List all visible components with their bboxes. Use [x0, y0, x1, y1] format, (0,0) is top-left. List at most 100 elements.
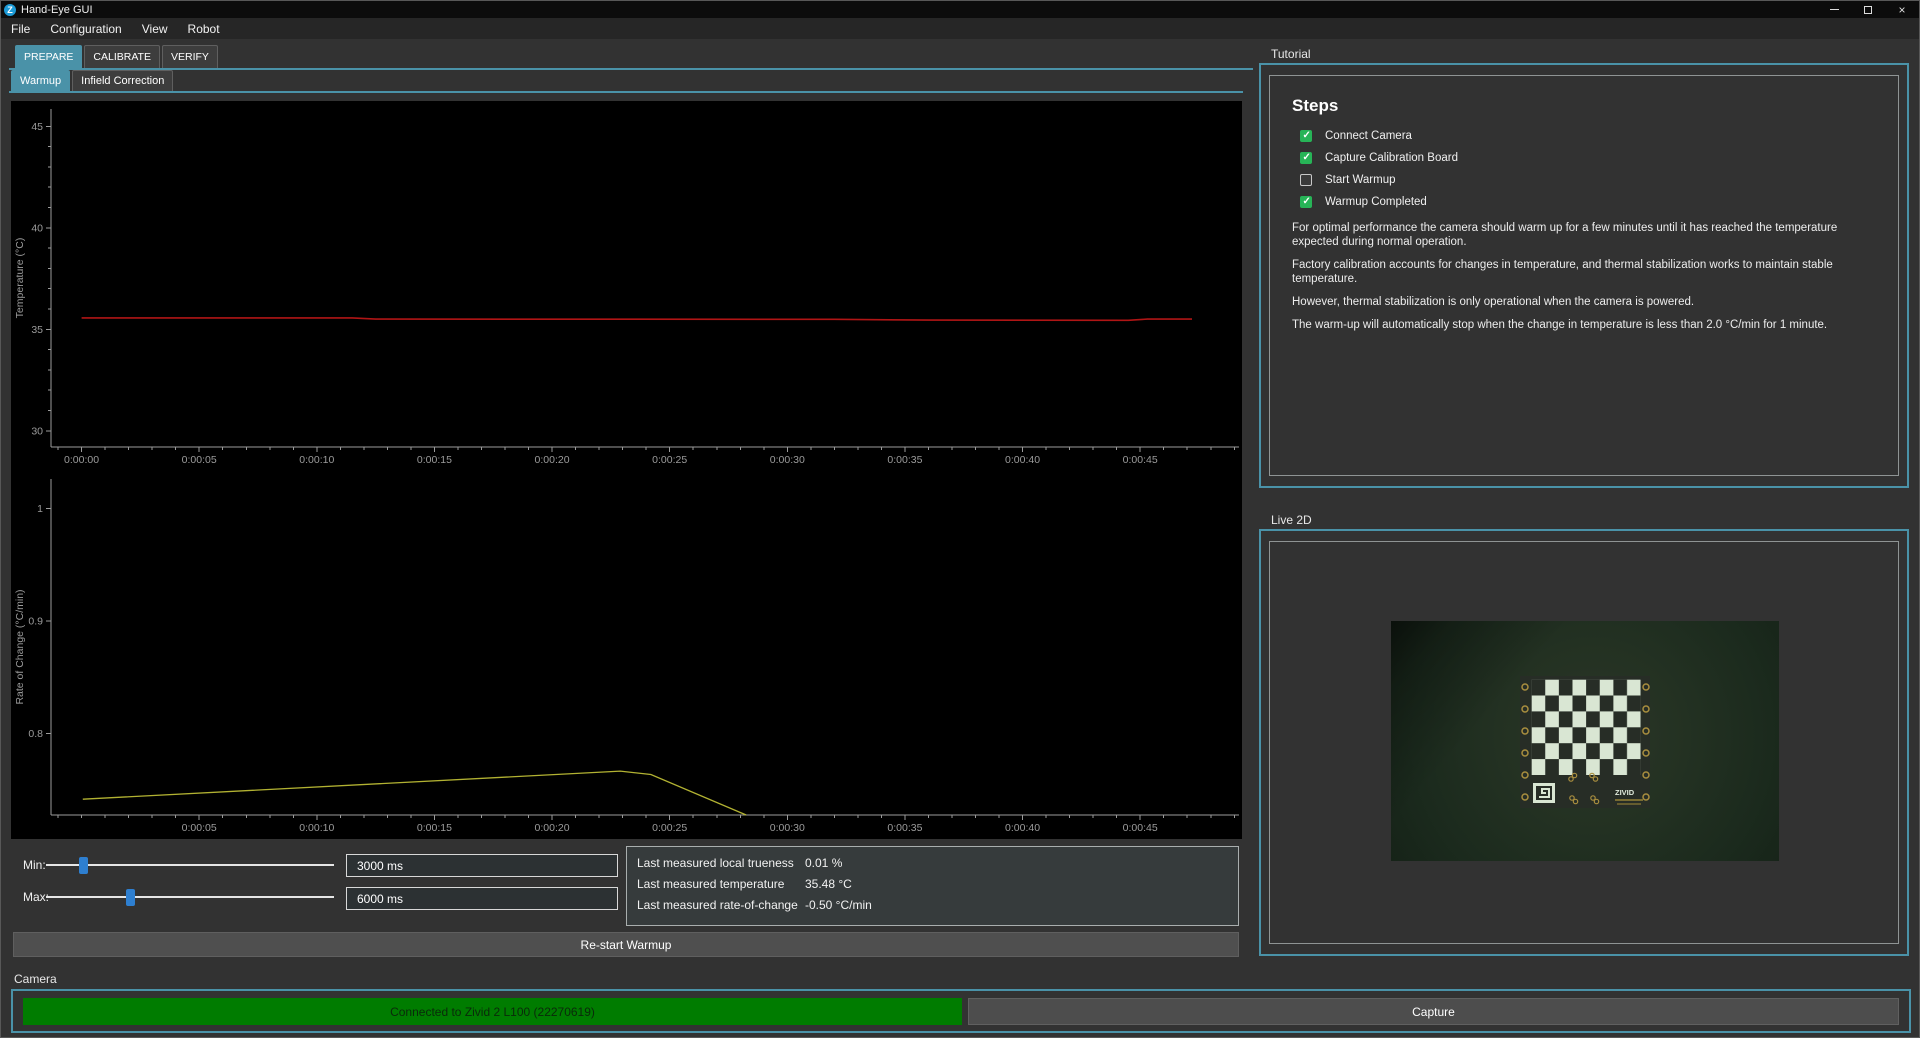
svg-text:0:00:20: 0:00:20: [535, 822, 570, 834]
step-checkbox[interactable]: [1300, 174, 1312, 186]
tutorial-paragraphs: For optimal performance the camera shoul…: [1292, 221, 1872, 332]
svg-text:45: 45: [31, 121, 43, 133]
tutorial-group-label: Tutorial: [1271, 47, 1311, 61]
minimize-icon: [1830, 9, 1839, 10]
title-bar: Z Hand-Eye GUI ×: [1, 1, 1919, 18]
min-value-field[interactable]: 3000 ms: [346, 854, 618, 877]
main-tab-bar: PREPARE CALIBRATE VERIFY: [15, 45, 218, 68]
svg-text:0.9: 0.9: [28, 615, 43, 627]
close-button[interactable]: ×: [1885, 1, 1919, 18]
min-slider-label: Min:: [23, 858, 46, 872]
menu-bar: File Configuration View Robot: [1, 18, 1919, 39]
menu-configuration[interactable]: Configuration: [40, 18, 131, 39]
svg-text:0:00:20: 0:00:20: [535, 454, 570, 466]
svg-text:0:00:30: 0:00:30: [770, 822, 805, 834]
tutorial-paragraph: Factory calibration accounts for changes…: [1292, 258, 1872, 286]
checkerboard-pattern: [1532, 680, 1641, 775]
step-label: Warmup Completed: [1325, 196, 1427, 208]
step-start-warmup: Start Warmup: [1300, 174, 1872, 186]
window-title: Hand-Eye GUI: [21, 4, 93, 16]
svg-text:0:00:35: 0:00:35: [887, 822, 922, 834]
svg-text:0:00:40: 0:00:40: [1005, 822, 1040, 834]
svg-text:0:00:25: 0:00:25: [652, 822, 687, 834]
rate-label: Last measured rate-of-change: [637, 898, 805, 912]
step-checkbox[interactable]: [1300, 130, 1312, 142]
temperature-value: 35.48 °C: [805, 877, 852, 891]
svg-text:0:00:45: 0:00:45: [1123, 822, 1158, 834]
tutorial-content: Steps Connect Camera Capture Calibration…: [1269, 75, 1899, 476]
svg-text:0:00:15: 0:00:15: [417, 822, 452, 834]
app-window: Z Hand-Eye GUI × File Configuration View…: [0, 0, 1920, 1038]
live2d-group-label: Live 2D: [1271, 513, 1312, 527]
step-warmup-completed: Warmup Completed: [1300, 196, 1872, 208]
minimize-button[interactable]: [1817, 1, 1851, 18]
svg-text:0.8: 0.8: [28, 728, 43, 740]
sub-tab-underline: [9, 91, 1243, 93]
board-brand-text: ZIVID: [1615, 788, 1635, 797]
svg-text:0:00:25: 0:00:25: [652, 454, 687, 466]
tab-infield-correction[interactable]: Infield Correction: [72, 70, 173, 91]
svg-text:30: 30: [31, 425, 43, 437]
svg-text:0:00:05: 0:00:05: [182, 822, 217, 834]
steps-heading: Steps: [1292, 96, 1872, 116]
max-value-field[interactable]: 6000 ms: [346, 887, 618, 910]
tutorial-paragraph: The warm-up will automatically stop when…: [1292, 318, 1872, 332]
restart-warmup-button[interactable]: Re-start Warmup: [13, 932, 1239, 957]
main-tab-underline: [9, 68, 1253, 70]
info-row-rate: Last measured rate-of-change -0.50 °C/mi…: [637, 898, 1238, 912]
step-checkbox[interactable]: [1300, 152, 1312, 164]
svg-text:40: 40: [31, 222, 43, 234]
step-connect-camera: Connect Camera: [1300, 130, 1872, 142]
tab-warmup[interactable]: Warmup: [11, 70, 70, 91]
live2d-camera-image: ZIVID: [1391, 621, 1779, 861]
svg-text:0:00:15: 0:00:15: [417, 454, 452, 466]
tutorial-paragraph: However, thermal stabilization is only o…: [1292, 295, 1872, 309]
window-controls: ×: [1817, 1, 1919, 18]
rate-of-change-chart: 0:00:05 0:00:10 0:00:15 0:00:20 0:00:25 0:00:…: [11, 471, 1242, 839]
menu-view[interactable]: View: [132, 18, 178, 39]
svg-text:Rate of Change (°C/min): Rate of Change (°C/min): [14, 589, 26, 704]
step-checkbox[interactable]: [1300, 196, 1312, 208]
svg-text:0:00:10: 0:00:10: [299, 822, 334, 834]
board-small-text-line: [1615, 799, 1643, 801]
svg-text:35: 35: [31, 324, 43, 336]
info-row-temperature: Last measured temperature 35.48 °C: [637, 877, 1238, 891]
sub-tab-bar: Warmup Infield Correction: [11, 70, 173, 91]
step-capture-board: Capture Calibration Board: [1300, 152, 1872, 164]
svg-text:1: 1: [37, 503, 43, 515]
temperature-label: Last measured temperature: [637, 877, 805, 891]
restore-button[interactable]: [1851, 1, 1885, 18]
rate-value: -0.50 °C/min: [805, 898, 872, 912]
tab-prepare[interactable]: PREPARE: [15, 45, 82, 68]
board-small-text-line: [1617, 803, 1641, 805]
temperature-chart: 0:00:000:00:050:00:100:00:150:00:200:00:…: [11, 101, 1242, 471]
camera-connection-status: Connected to Zivid 2 L100 (22270619): [23, 998, 962, 1025]
menu-file[interactable]: File: [1, 18, 40, 39]
svg-text:0:00:45: 0:00:45: [1123, 454, 1158, 466]
svg-text:0:00:40: 0:00:40: [1005, 454, 1040, 466]
tab-calibrate[interactable]: CALIBRATE: [84, 45, 160, 68]
max-slider-handle[interactable]: [126, 889, 135, 906]
restore-icon: [1864, 6, 1872, 14]
trueness-label: Last measured local trueness: [637, 856, 805, 870]
tab-verify[interactable]: VERIFY: [162, 45, 218, 68]
tutorial-paragraph: For optimal performance the camera shoul…: [1292, 221, 1872, 249]
zivid-logo-icon: Z: [4, 4, 16, 16]
capture-button[interactable]: Capture: [968, 998, 1899, 1025]
steps-list: Connect Camera Capture Calibration Board…: [1300, 130, 1872, 208]
svg-text:0:00:10: 0:00:10: [299, 454, 334, 466]
max-slider[interactable]: [46, 896, 334, 898]
step-label: Capture Calibration Board: [1325, 152, 1458, 164]
min-slider[interactable]: [46, 864, 334, 866]
zivid-marker: [1533, 783, 1555, 803]
step-label: Connect Camera: [1325, 130, 1412, 142]
info-row-trueness: Last measured local trueness 0.01 %: [637, 856, 1238, 870]
measurement-info-box: Last measured local trueness 0.01 % Last…: [626, 846, 1239, 926]
trueness-value: 0.01 %: [805, 856, 842, 870]
svg-text:Temperature (°C): Temperature (°C): [14, 238, 26, 319]
svg-text:0:00:05: 0:00:05: [182, 454, 217, 466]
menu-robot[interactable]: Robot: [178, 18, 230, 39]
camera-group-label: Camera: [14, 972, 57, 986]
calibration-board-image: ZIVID: [1391, 621, 1779, 861]
min-slider-handle[interactable]: [79, 857, 88, 874]
